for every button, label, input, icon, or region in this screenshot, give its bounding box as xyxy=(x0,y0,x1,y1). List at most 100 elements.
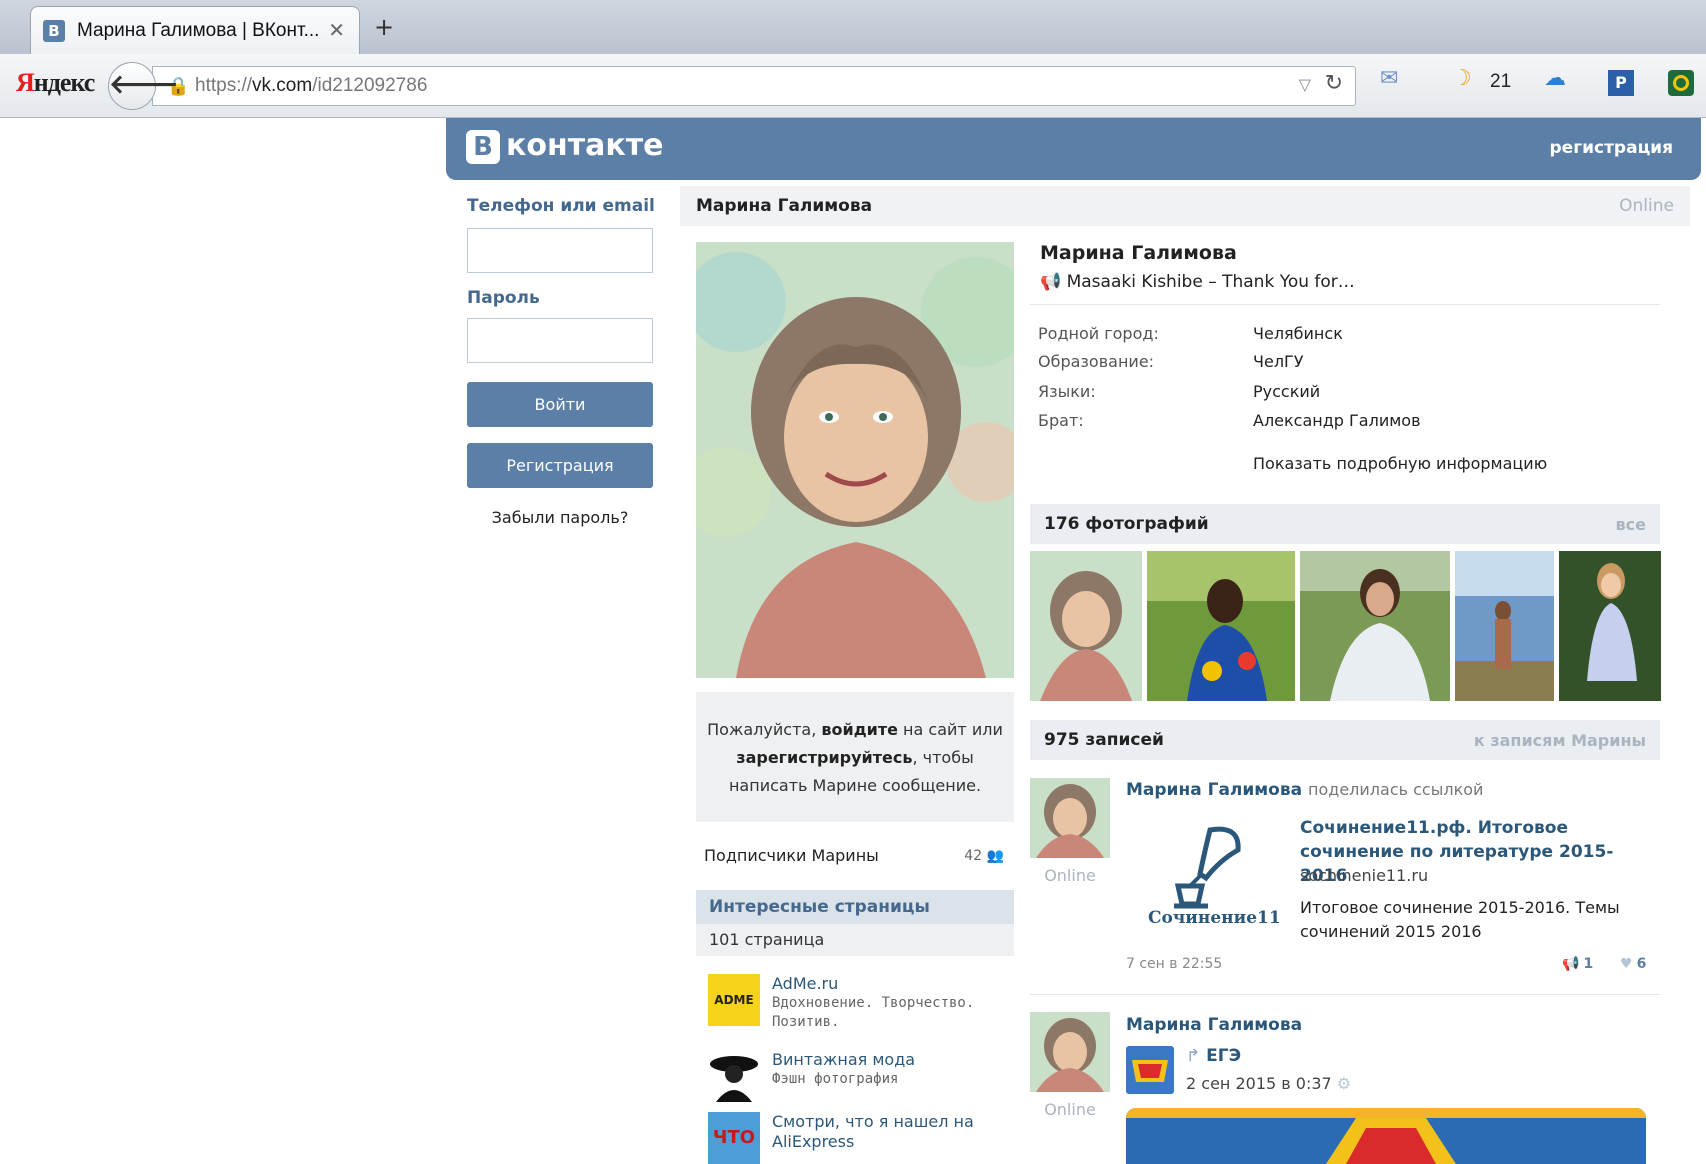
page-item[interactable]: Винтажная мода Фэшн фотография xyxy=(708,1050,1008,1110)
post-author-name[interactable]: Марина Галимова xyxy=(1126,1015,1302,1035)
repost-count: 1 xyxy=(1583,956,1594,972)
close-tab-icon[interactable]: ✕ xyxy=(328,18,345,42)
photos-count[interactable]: 176 фотографий xyxy=(1044,514,1209,534)
profile-title-bar: Марина Галимова Online xyxy=(680,186,1690,226)
vk-logo-icon[interactable]: В xyxy=(466,130,500,164)
prompt-line-3: написать Марине сообщение. xyxy=(728,776,982,795)
subscribers-row[interactable]: Подписчики Марины 42 👥 xyxy=(704,846,1004,865)
page-title[interactable]: Винтажная мода xyxy=(772,1050,915,1069)
photo-thumb[interactable] xyxy=(1455,551,1554,701)
post-author-avatar[interactable] xyxy=(1030,1012,1110,1092)
page-desc: Фэшн фотография xyxy=(772,1071,899,1087)
gear-icon[interactable]: ⚙ xyxy=(1337,1074,1351,1093)
photos-header[interactable]: 176 фотографий все xyxy=(1030,504,1660,544)
prompt-register-link[interactable]: зарегистрируйтесь xyxy=(736,748,912,767)
login-prompt-box: Пожалуйста, войдите на сайт или зарегист… xyxy=(696,692,1014,822)
repost-date-text: 2 сен 2015 в 0:37 xyxy=(1186,1074,1332,1093)
photos-all-link[interactable]: все xyxy=(1616,515,1646,534)
photo-thumb[interactable] xyxy=(1147,551,1295,701)
repost-stat[interactable]: 📢 1 xyxy=(1562,956,1593,972)
forgot-password-link[interactable]: Забыли пароль? xyxy=(467,508,653,527)
megaphone-icon: 📢 xyxy=(1562,956,1580,972)
address-bar[interactable]: 🔒 https://vk.com/id212092786 ▽ ↻ xyxy=(152,66,1356,106)
register-button[interactable]: Регистрация xyxy=(467,443,653,488)
phone-input[interactable] xyxy=(467,228,653,273)
prompt-line-1: Пожалуйста, войдите на сайт или xyxy=(696,716,1014,744)
users-icon: 👥 xyxy=(986,848,1004,864)
vk-logo-text[interactable]: контакте xyxy=(506,128,663,163)
repost-date[interactable]: 2 сен 2015 в 0:37 ⚙ xyxy=(1186,1074,1351,1093)
profile-avatar[interactable] xyxy=(696,242,1014,678)
post-separator xyxy=(1030,994,1660,995)
extension-icon[interactable] xyxy=(1668,70,1694,96)
link-domain[interactable]: sochinenie11.ru xyxy=(1300,866,1428,885)
page-item[interactable]: ADME AdMe.ru Вдохновение. Творчество. По… xyxy=(708,974,1008,1034)
info-label: Языки: xyxy=(1038,382,1096,401)
browser-tabbar: В Марина Галимова | ВКонт... ✕ + xyxy=(0,0,1706,54)
yandex-logo[interactable]: Яндекс xyxy=(16,68,95,98)
interesting-pages-header[interactable]: Интересные страницы xyxy=(696,890,1014,924)
reload-icon[interactable]: ↻ xyxy=(1325,71,1343,96)
post-author-online: Online xyxy=(1044,866,1096,885)
ege-group-avatar[interactable] xyxy=(1126,1046,1174,1094)
post-author-name[interactable]: Марина Галимова xyxy=(1126,780,1302,800)
vk-favicon-icon: В xyxy=(43,20,65,42)
photo-thumb[interactable] xyxy=(1300,551,1450,701)
like-count: 6 xyxy=(1636,956,1647,972)
browser-navbar: Яндекс 🔒 https://vk.com/id212092786 ▽ ↻ … xyxy=(0,54,1706,118)
login-button[interactable]: Войти xyxy=(467,382,653,427)
prompt-part2: на сайт или xyxy=(897,720,1003,739)
header-register-link[interactable]: регистрация xyxy=(1550,138,1674,158)
repost-source-name[interactable]: ЕГЭ xyxy=(1206,1046,1241,1066)
weather-count: 21 xyxy=(1490,71,1512,92)
new-tab-icon[interactable]: + xyxy=(374,13,394,41)
browser-tab[interactable]: В Марина Галимова | ВКонт... ✕ xyxy=(30,6,360,54)
tab-title: Марина Галимова | ВКонт... xyxy=(77,20,320,41)
back-button[interactable]: 🡐 xyxy=(108,62,179,110)
info-value[interactable]: ЧелГУ xyxy=(1253,352,1304,371)
info-value[interactable]: Александр Галимов xyxy=(1253,411,1421,430)
profile-name: Марина Галимова xyxy=(1040,242,1237,264)
link-site-name[interactable]: Сочинение11 xyxy=(1148,908,1281,928)
post-author-avatar[interactable] xyxy=(1030,778,1110,858)
adme-thumb[interactable]: ADME xyxy=(708,974,760,1026)
interesting-pages-count: 101 страница xyxy=(696,924,1014,956)
repost-source[interactable]: ↱ ЕГЭ xyxy=(1186,1046,1241,1066)
link-description: Итоговое сочинение 2015-2016. Темы сочин… xyxy=(1300,898,1620,941)
post-action: поделилась ссылкой xyxy=(1308,780,1484,799)
profile-status[interactable]: 📢 Masaaki Kishibe – Thank You for… xyxy=(1040,272,1355,292)
megaphone-icon: 📢 xyxy=(1040,272,1062,292)
info-value[interactable]: Челябинск xyxy=(1253,324,1343,343)
aliexpress-thumb[interactable]: ЧТО xyxy=(708,1112,760,1164)
heart-icon: ♥ xyxy=(1620,956,1633,972)
repost-image[interactable] xyxy=(1126,1108,1646,1164)
wall-count[interactable]: 975 записей xyxy=(1044,730,1164,750)
url-dropdown-icon[interactable]: ▽ xyxy=(1299,75,1311,94)
password-input[interactable] xyxy=(467,318,653,363)
page-item[interactable]: ЧТО Смотри, что я нашел на AliExpress xyxy=(708,1112,1008,1164)
url-text[interactable]: https://vk.com/id212092786 xyxy=(195,75,427,97)
like-stat[interactable]: ♥ 6 xyxy=(1620,956,1646,972)
vintage-fashion-thumb[interactable] xyxy=(708,1050,760,1102)
wall-link[interactable]: к записям Марины xyxy=(1474,731,1646,750)
photo-thumb[interactable] xyxy=(1559,551,1661,701)
ege-logo-icon xyxy=(1132,1060,1168,1082)
info-value[interactable]: Русский xyxy=(1253,382,1320,401)
page-title[interactable]: Смотри, что я нашел на AliExpress xyxy=(772,1112,1012,1152)
moon-icon[interactable]: ☽ xyxy=(1452,66,1472,91)
post-author[interactable]: Марина Галимова поделилась ссылкой xyxy=(1126,780,1483,800)
show-more-info-link[interactable]: Показать подробную информацию xyxy=(1253,454,1547,473)
photo-thumb[interactable] xyxy=(1030,551,1142,701)
yandex-logo-first: Я xyxy=(16,68,35,97)
post-date[interactable]: 7 сен в 22:55 xyxy=(1126,956,1222,972)
page-desc: Вдохновение. Творчество. Позитив. xyxy=(772,995,975,1030)
page-title[interactable]: AdMe.ru xyxy=(772,974,838,993)
mail-icon[interactable]: ✉ xyxy=(1380,66,1398,91)
prompt-login-link[interactable]: войдите xyxy=(821,720,898,739)
cloud-icon[interactable]: ☁ xyxy=(1544,66,1566,91)
wall-header[interactable]: 975 записей к записям Марины xyxy=(1030,720,1660,760)
info-divider xyxy=(1030,304,1660,305)
subscribers-count: 42 xyxy=(964,848,983,864)
extension-p-icon[interactable]: P xyxy=(1608,70,1634,96)
url-path: /id212092786 xyxy=(312,75,428,96)
